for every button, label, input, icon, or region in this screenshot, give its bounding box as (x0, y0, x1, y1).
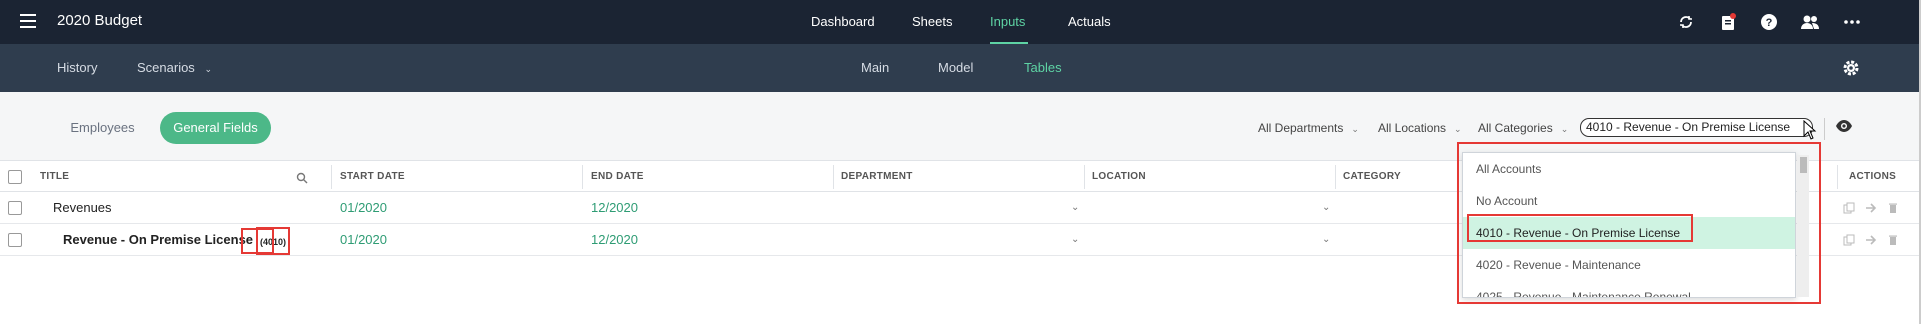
department-dropdown-chevron-icon[interactable]: ⌄ (1071, 224, 1079, 256)
trash-icon[interactable] (1887, 201, 1899, 213)
row-title: Revenues (53, 200, 112, 215)
tab-main[interactable]: Main (861, 44, 889, 92)
categories-filter-label: All Categories (1478, 121, 1553, 135)
top-bar: 2020 Budget Dashboard Sheets Inputs Actu… (0, 0, 1921, 44)
menu-icon[interactable] (20, 14, 36, 28)
categories-filter[interactable]: All Categories ⌄ (1478, 119, 1568, 138)
users-icon[interactable] (1800, 12, 1820, 32)
select-all-checkbox[interactable] (8, 170, 22, 184)
scenarios-label: Scenarios (137, 60, 195, 75)
departments-filter-label: All Departments (1258, 121, 1344, 135)
chevron-down-icon: ⌄ (204, 64, 212, 74)
dropdown-option[interactable]: 4020 - Revenue - Maintenance (1463, 249, 1795, 281)
row-start-date[interactable]: 01/2020 (340, 224, 387, 256)
clipboard-notification-icon[interactable] (1718, 12, 1738, 32)
sub-bar: History Scenarios ⌄ Main Model Tables (0, 44, 1921, 92)
tab-tables[interactable]: Tables (1024, 44, 1062, 92)
dropdown-scrollbar[interactable] (1797, 155, 1809, 297)
move-icon[interactable] (1865, 201, 1877, 213)
row-end-date[interactable]: 12/2020 (591, 224, 638, 256)
dropdown-option[interactable]: No Account (1463, 185, 1795, 217)
chevron-down-icon: ⌄ (1454, 124, 1462, 134)
dropdown-option[interactable]: All Accounts (1463, 153, 1795, 185)
departments-filter[interactable]: All Departments ⌄ (1258, 119, 1359, 138)
header-department[interactable]: DEPARTMENT (841, 161, 913, 193)
department-dropdown-chevron-icon[interactable]: ⌄ (1071, 192, 1079, 224)
account-dropdown-list: All Accounts No Account 4010 - Revenue -… (1462, 152, 1796, 298)
nav-actuals[interactable]: Actuals (1068, 0, 1111, 44)
nav-sheets[interactable]: Sheets (912, 0, 952, 44)
header-category[interactable]: CATEGORY (1343, 161, 1401, 193)
highlight-box (241, 228, 274, 254)
location-dropdown-chevron-icon[interactable]: ⌄ (1322, 224, 1330, 256)
row-checkbox[interactable] (8, 233, 22, 247)
column-divider (1837, 165, 1838, 189)
header-end-date[interactable]: END DATE (591, 161, 644, 193)
filter-bar: Employees General Fields All Departments… (0, 92, 1921, 160)
mouse-cursor-icon (1803, 119, 1817, 140)
header-start-date[interactable]: START DATE (340, 161, 405, 193)
row-checkbox[interactable] (8, 201, 22, 215)
employees-tab[interactable]: Employees (60, 112, 145, 144)
gear-icon[interactable] (1842, 59, 1860, 77)
scenarios-menu[interactable]: Scenarios ⌄ (137, 44, 212, 93)
nav-inputs[interactable]: Inputs (990, 0, 1025, 44)
header-title[interactable]: TITLE (40, 161, 69, 193)
more-icon[interactable] (1842, 12, 1862, 32)
header-actions: ACTIONS (1849, 171, 1897, 182)
search-icon[interactable] (296, 171, 308, 184)
tab-model[interactable]: Model (938, 44, 973, 92)
chevron-down-icon: ⌄ (1560, 124, 1569, 134)
move-icon[interactable] (1865, 233, 1877, 245)
column-divider (582, 165, 583, 189)
row-title-text: Revenue - On Premise License (63, 232, 254, 247)
dropdown-option[interactable]: 4025 - Revenue - Maintenance Renewal (1463, 281, 1795, 297)
column-divider (1084, 165, 1085, 189)
history-link[interactable]: History (57, 44, 97, 92)
eye-icon[interactable] (1835, 119, 1853, 135)
chevron-down-icon: ⌄ (1351, 124, 1359, 134)
column-divider (833, 165, 834, 189)
divider (1824, 118, 1825, 140)
copy-icon[interactable] (1843, 233, 1855, 246)
dropdown-scroll-thumb[interactable] (1800, 157, 1807, 173)
column-divider (331, 165, 332, 189)
account-select-value: 4010 - Revenue - On Premise License (1586, 120, 1791, 134)
column-divider (1335, 165, 1336, 189)
row-start-date[interactable]: 01/2020 (340, 192, 387, 224)
dropdown-option-selected[interactable]: 4010 - Revenue - On Premise License (1463, 217, 1795, 249)
account-select[interactable]: 4010 - Revenue - On Premise License (1580, 118, 1813, 137)
trash-icon[interactable] (1887, 233, 1899, 245)
nav-dashboard[interactable]: Dashboard (811, 0, 875, 44)
row-end-date[interactable]: 12/2020 (591, 192, 638, 224)
help-icon[interactable]: ? (1759, 12, 1779, 32)
locations-filter[interactable]: All Locations ⌄ (1378, 119, 1462, 138)
locations-filter-label: All Locations (1378, 121, 1447, 135)
general-fields-tab[interactable]: General Fields (160, 112, 271, 144)
header-location[interactable]: LOCATION (1092, 161, 1146, 193)
copy-icon[interactable] (1843, 201, 1855, 214)
sync-icon[interactable] (1676, 12, 1696, 32)
app-title: 2020 Budget (57, 12, 143, 29)
location-dropdown-chevron-icon[interactable]: ⌄ (1322, 192, 1330, 224)
svg-text:?: ? (1766, 17, 1773, 29)
